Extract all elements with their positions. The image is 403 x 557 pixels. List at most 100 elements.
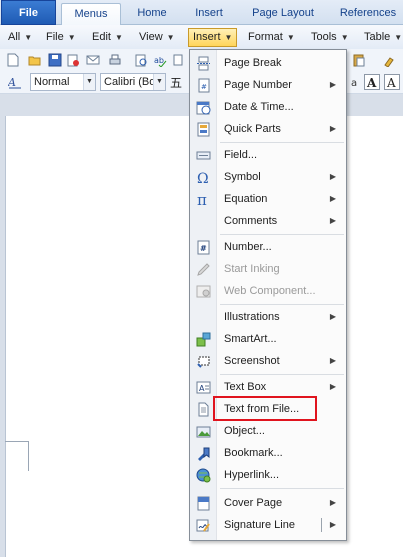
- print-preview-icon[interactable]: [134, 53, 148, 67]
- menu-separator: [220, 488, 344, 489]
- tab-references[interactable]: References: [334, 3, 402, 25]
- svg-text:A: A: [8, 76, 16, 89]
- menu-tools[interactable]: Tools ▼: [309, 28, 351, 47]
- web-component-icon: [196, 285, 211, 298]
- menu-item-comments[interactable]: Comments ▶: [190, 210, 346, 232]
- tab-menus[interactable]: Menus: [61, 3, 121, 26]
- open-folder-icon[interactable]: [28, 53, 42, 67]
- menu-item-page-number[interactable]: # Page Number ▶: [190, 74, 346, 96]
- new-document-icon[interactable]: [6, 53, 20, 67]
- menu-item-symbol[interactable]: Ω Symbol ▶: [190, 166, 346, 188]
- svg-text:#: #: [200, 244, 207, 253]
- menu-item-smartart[interactable]: SmartArt...: [190, 328, 346, 350]
- research-icon[interactable]: [172, 53, 186, 67]
- smartart-icon: [196, 332, 211, 347]
- chevron-down-icon[interactable]: ▼: [153, 74, 165, 90]
- screenshot-icon: [197, 356, 210, 368]
- page-number-icon: #: [198, 78, 210, 93]
- email-icon[interactable]: [86, 53, 100, 67]
- menu-item-signature-line[interactable]: Signature Line ▶: [190, 514, 346, 536]
- pi-icon: π: [197, 192, 207, 207]
- object-icon: [196, 426, 211, 438]
- spelling-icon[interactable]: ab: [153, 53, 167, 67]
- menu-all[interactable]: All ▼: [6, 28, 34, 47]
- svg-text:π: π: [197, 192, 207, 207]
- font-combobox[interactable]: Calibri (Bo ▼: [100, 73, 166, 91]
- svg-text:#: #: [201, 83, 207, 91]
- tab-file[interactable]: File: [1, 0, 56, 25]
- menu-item-cover-page[interactable]: Cover Page ▶: [190, 492, 346, 514]
- format-painter-icon[interactable]: [382, 53, 396, 67]
- font-size-combobox[interactable]: 五: [170, 74, 182, 91]
- text-file-icon: [198, 402, 209, 417]
- svg-text:A: A: [386, 76, 396, 90]
- text-box-icon: A: [196, 381, 211, 394]
- menu-insert[interactable]: Insert ▼: [188, 28, 238, 47]
- menu-item-hyperlink[interactable]: Hyperlink...: [190, 464, 346, 486]
- svg-text:Ω: Ω: [197, 171, 209, 185]
- svg-text:A: A: [366, 76, 377, 90]
- bookmark-icon: [198, 447, 210, 461]
- highlight-box: [213, 396, 317, 421]
- page-break-icon: [197, 56, 210, 71]
- submenu-arrow-icon: ▶: [329, 312, 336, 321]
- menu-separator: [220, 304, 344, 305]
- submenu-arrow-icon: ▶: [329, 382, 336, 391]
- style-combobox[interactable]: Normal ▼: [30, 73, 96, 91]
- style-combobox-value: Normal: [34, 76, 70, 88]
- permission-icon[interactable]: [66, 53, 80, 67]
- menu-item-date-time[interactable]: Date & Time...: [190, 96, 346, 118]
- menu-item-illustrations[interactable]: Illustrations ▶: [190, 306, 346, 328]
- print-icon[interactable]: [108, 53, 122, 67]
- tab-page-layout[interactable]: Page Layout: [244, 3, 322, 25]
- pen-icon: [197, 263, 210, 276]
- submenu-arrow-icon: ▶: [329, 172, 336, 181]
- menu-format[interactable]: Format ▼: [246, 28, 297, 47]
- grow-font-icon[interactable]: A: [364, 74, 380, 90]
- font-combobox-value: Calibri (Bo: [104, 76, 156, 88]
- ribbon-tab-bar: File Menus Home Insert Page Layout Refer…: [0, 0, 403, 26]
- calendar-icon: [196, 101, 211, 115]
- tab-home[interactable]: Home: [128, 3, 176, 25]
- submenu-arrow-icon: ▶: [329, 356, 336, 365]
- submenu-arrow-icon: ▶: [329, 216, 336, 225]
- save-icon[interactable]: [48, 53, 62, 67]
- menu-item-field[interactable]: Field...: [190, 144, 346, 166]
- submenu-arrow-icon: ▶: [329, 194, 336, 203]
- chevron-down-icon[interactable]: ▼: [83, 74, 95, 90]
- menu-item-screenshot[interactable]: Screenshot ▶: [190, 350, 346, 372]
- submenu-arrow-icon: ▶: [329, 124, 336, 133]
- omega-icon: Ω: [197, 171, 209, 185]
- hyperlink-icon: [196, 468, 211, 483]
- menu-separator: [220, 234, 344, 235]
- menu-item-text-box[interactable]: A Text Box ▶: [190, 376, 346, 398]
- character-border-icon[interactable]: A: [384, 74, 400, 90]
- submenu-arrow-icon[interactable]: ▶: [330, 514, 336, 536]
- field-icon: [196, 151, 211, 160]
- menu-item-page-break[interactable]: Page Break: [190, 52, 346, 74]
- svg-text:A: A: [199, 384, 205, 393]
- insert-dropdown-menu: Page Break # Page Number ▶ Date & Time..…: [189, 49, 347, 541]
- paste-icon[interactable]: [352, 53, 366, 67]
- menu-item-web-component: Web Component...: [190, 280, 346, 302]
- styles-icon[interactable]: A: [8, 75, 22, 89]
- menu-item-object[interactable]: Object...: [190, 420, 346, 442]
- menu-file[interactable]: File ▼: [44, 28, 78, 47]
- menu-table[interactable]: Table ▼: [362, 28, 403, 47]
- clear-format-icon[interactable]: a: [349, 75, 363, 89]
- menu-separator: [220, 142, 344, 143]
- page-margin-marker: [5, 441, 29, 471]
- cover-page-icon: [197, 496, 210, 511]
- menu-item-equation[interactable]: π Equation ▶: [190, 188, 346, 210]
- menu-edit[interactable]: Edit ▼: [90, 28, 125, 47]
- menu-item-bookmark[interactable]: Bookmark...: [190, 442, 346, 464]
- menu-item-number[interactable]: # Number...: [190, 236, 346, 258]
- submenu-arrow-icon: ▶: [329, 498, 336, 507]
- menu-bar: All ▼ File ▼ Edit ▼ View ▼ Insert ▼ Format ▼ T…: [0, 25, 403, 49]
- menu-item-start-inking: Start Inking: [190, 258, 346, 280]
- signature-icon: [196, 519, 210, 532]
- menu-item-quick-parts[interactable]: Quick Parts ▶: [190, 118, 346, 140]
- tab-insert[interactable]: Insert: [185, 3, 233, 25]
- menu-view[interactable]: View ▼: [137, 28, 177, 47]
- number-icon: #: [197, 240, 210, 255]
